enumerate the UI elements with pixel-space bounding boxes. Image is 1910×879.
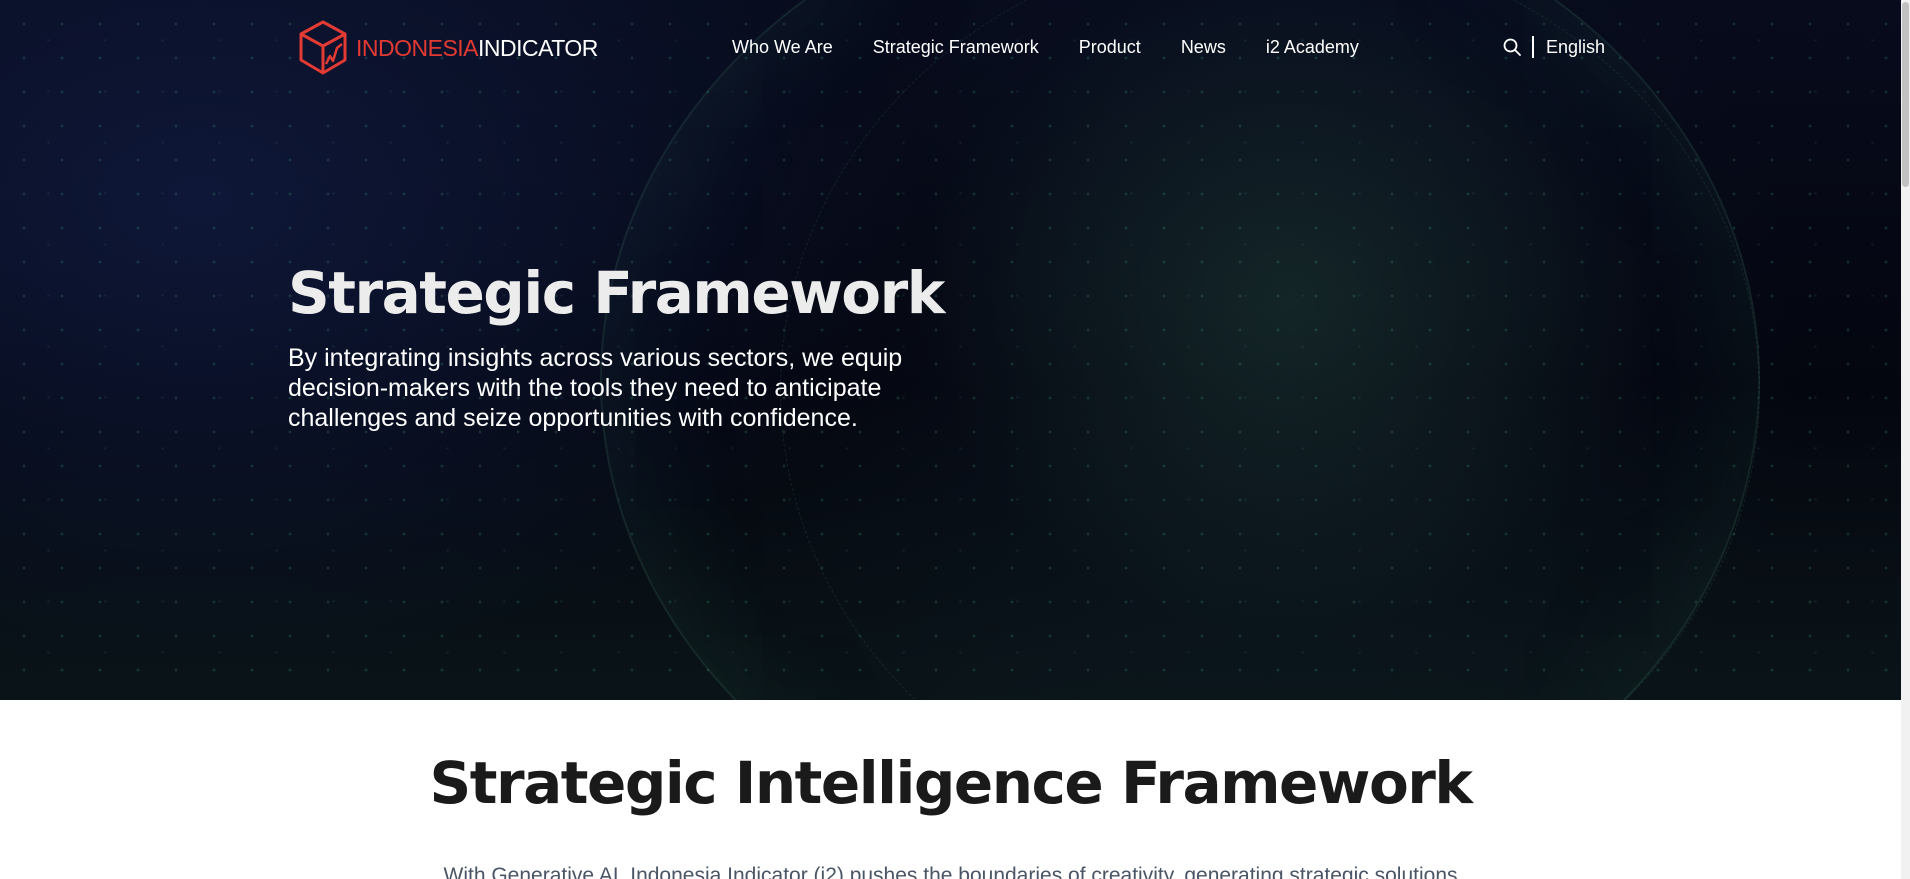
section-title: Strategic Intelligence Framework xyxy=(429,749,1473,817)
header-divider xyxy=(1532,36,1534,58)
nav-item-who-we-are[interactable]: Who We Are xyxy=(732,37,833,58)
nav-item-i2-academy[interactable]: i2 Academy xyxy=(1266,37,1359,58)
site-header: INDONESIAINDICATOR Who We Are Strategic … xyxy=(0,0,1901,96)
page-scrollbar[interactable] xyxy=(1901,0,1910,879)
hero-banner: INDONESIAINDICATOR Who We Are Strategic … xyxy=(0,0,1901,700)
search-icon[interactable] xyxy=(1502,37,1522,57)
language-selector[interactable]: English xyxy=(1546,37,1605,58)
nav-item-product[interactable]: Product xyxy=(1079,37,1141,58)
nav-item-news[interactable]: News xyxy=(1181,37,1226,58)
page: INDONESIAINDICATOR Who We Are Strategic … xyxy=(0,0,1910,879)
logo-text-indicator: INDICATOR xyxy=(478,34,598,61)
cube-chart-logo-icon xyxy=(298,20,348,76)
section-intro-text: With Generative AI, Indonesia Indicator … xyxy=(443,864,1458,879)
nav-item-strategic-framework[interactable]: Strategic Framework xyxy=(873,37,1039,58)
hero-subtitle: By integrating insights across various s… xyxy=(288,344,903,432)
logo-text-indonesia: INDONESIA xyxy=(356,34,479,61)
scrollbar-thumb[interactable] xyxy=(1902,2,1909,187)
header-actions: English xyxy=(1502,36,1605,58)
site-logo[interactable]: INDONESIAINDICATOR xyxy=(298,20,598,76)
hero-title: Strategic Framework xyxy=(288,259,945,327)
main-nav: Who We Are Strategic Framework Product N… xyxy=(732,37,1359,58)
